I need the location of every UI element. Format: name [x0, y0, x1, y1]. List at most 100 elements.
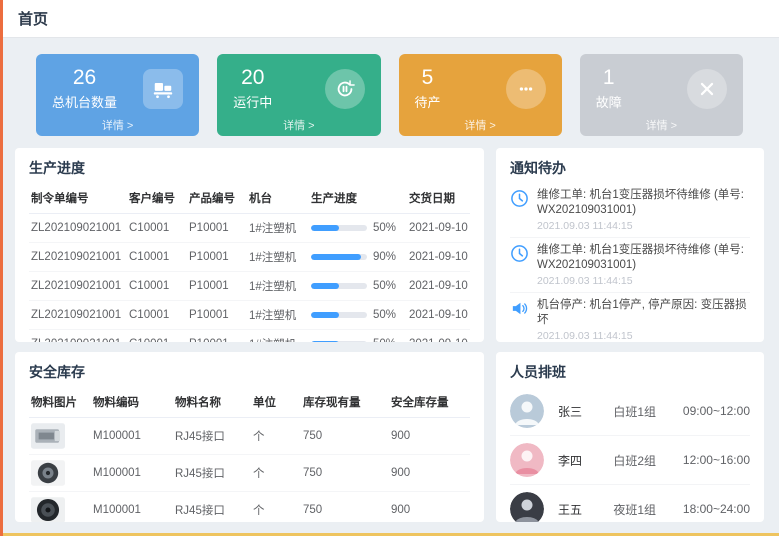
unit-cell: 个 [251, 492, 301, 523]
table-header-row: 物料图片 物料编码 物料名称 单位 库存现有量 安全库存量 [29, 387, 470, 418]
detail-link[interactable]: 详情 > [399, 117, 562, 133]
table-row: ZL202109021001 C10001 P10001 1#注塑机 50% 2… [29, 301, 470, 330]
stat-card-running[interactable]: 20 运行中 详情 > [217, 54, 380, 136]
page-title: 首页 [18, 8, 48, 29]
waiting-icon [506, 69, 546, 109]
column-header: 制令单编号 [29, 183, 127, 214]
unit-cell: 个 [251, 455, 301, 492]
material-name-cell: RJ45接口 [173, 492, 251, 523]
stat-cards: 26 总机台数量 详情 > 20 运行中 [36, 54, 743, 136]
stat-card-waiting[interactable]: 5 待产 详情 > [399, 54, 562, 136]
detail-link[interactable]: 详情 > [217, 117, 380, 133]
panel-title: 安全库存 [29, 362, 470, 382]
machine-cell: 1#注塑机 [247, 214, 309, 243]
fault-icon [687, 69, 727, 109]
schedule-row: 李四 白班2组 12:00~16:00 [510, 436, 750, 485]
product-no-cell: P10001 [187, 272, 247, 301]
machine-icon [143, 69, 183, 109]
main-content: 生产进度 制令单编号 客户编号 产品编号 机台 生产进度 交货日期 ZL2021… [15, 148, 764, 522]
person-shift: 夜班1组 [613, 501, 683, 518]
progress-bar: 90% [311, 251, 405, 263]
detail-link[interactable]: 详情 > [580, 117, 743, 133]
production-progress-panel: 生产进度 制令单编号 客户编号 产品编号 机台 生产进度 交货日期 ZL2021… [15, 148, 484, 342]
stock-qty-cell: 750 [301, 492, 389, 523]
progress-label: 50% [373, 222, 396, 234]
stat-value: 5 [415, 66, 441, 89]
material-image-metal-connector [31, 423, 65, 449]
column-header: 库存现有量 [301, 387, 389, 418]
stat-card-fault[interactable]: 1 故障 详情 > [580, 54, 743, 136]
notification-item[interactable]: 维修工单: 机台1变压器损坏待维修 (单号: WX202109031001) 2… [510, 183, 750, 238]
order-no-cell: ZL202109021001 [29, 272, 127, 301]
table-row: ZL202109021001 C10001 P10001 1#注塑机 50% 2… [29, 214, 470, 243]
machine-cell: 1#注塑机 [247, 330, 309, 343]
notification-time: 2021.09.03 11:44:15 [537, 220, 750, 232]
delivery-date-cell: 2021-09-10 [407, 243, 470, 272]
order-no-cell: ZL202109021001 [29, 214, 127, 243]
page-header: 首页 [0, 0, 779, 38]
notification-text: 机台停产: 机台1停产, 停产原因: 变压器损坏 [537, 298, 750, 328]
progress-label: 50% [373, 280, 396, 292]
safety-qty-cell: 900 [389, 455, 470, 492]
column-header: 安全库存量 [389, 387, 470, 418]
stat-value: 1 [596, 66, 622, 89]
table-row: ZL202109021001 C10001 P10001 1#注塑机 90% 2… [29, 243, 470, 272]
detail-link[interactable]: 详情 > [36, 117, 199, 133]
material-image-speaker [31, 497, 65, 522]
stat-value: 20 [233, 66, 272, 89]
window-edge-left [0, 0, 3, 536]
delivery-date-cell: 2021-09-10 [407, 214, 470, 243]
material-name-cell: RJ45接口 [173, 418, 251, 455]
notifications-panel: 通知待办 维修工单: 机台1变压器损坏待维修 (单号: WX2021090310… [496, 148, 764, 342]
table-row: ZL202109021001 C10001 P10001 1#注塑机 50% 2… [29, 272, 470, 301]
product-no-cell: P10001 [187, 214, 247, 243]
speaker-icon [510, 299, 529, 318]
person-time: 12:00~16:00 [683, 453, 750, 467]
clock-icon [510, 189, 529, 208]
unit-cell: 个 [251, 418, 301, 455]
stock-qty-cell: 750 [301, 418, 389, 455]
delivery-date-cell: 2021-09-10 [407, 301, 470, 330]
schedule-row: 王五 夜班1组 18:00~24:00 [510, 485, 750, 522]
person-name: 王五 [558, 501, 613, 518]
notification-item[interactable]: 机台停产: 机台1停产, 停产原因: 变压器损坏 2021.09.03 11:4… [510, 293, 750, 342]
customer-no-cell: C10001 [127, 272, 187, 301]
notification-item[interactable]: 维修工单: 机台1变压器损坏待维修 (单号: WX202109031001) 2… [510, 238, 750, 293]
column-header: 生产进度 [309, 183, 407, 214]
delivery-date-cell: 2021-09-10 [407, 272, 470, 301]
person-time: 09:00~12:00 [683, 404, 750, 418]
column-header: 产品编号 [187, 183, 247, 214]
column-header: 客户编号 [127, 183, 187, 214]
safety-qty-cell: 900 [389, 492, 470, 523]
person-name: 李四 [558, 452, 613, 469]
table-row: ZL202109021001 C10001 P10001 1#注塑机 50% 2… [29, 330, 470, 343]
production-table: 制令单编号 客户编号 产品编号 机台 生产进度 交货日期 ZL202109021… [29, 183, 470, 342]
column-header: 单位 [251, 387, 301, 418]
notification-text: 维修工单: 机台1变压器损坏待维修 (单号: WX202109031001) [537, 243, 750, 273]
inventory-table: 物料图片 物料编码 物料名称 单位 库存现有量 安全库存量 M100001 RJ… [29, 387, 470, 522]
staff-schedule-panel: 人员排班 张三 白班1组 09:00~12:00 李四 白班2组 12:00~1… [496, 352, 764, 522]
product-no-cell: P10001 [187, 330, 247, 343]
stat-label: 总机台数量 [52, 92, 117, 111]
stat-card-total-machines[interactable]: 26 总机台数量 详情 > [36, 54, 199, 136]
material-code-cell: M100001 [91, 418, 173, 455]
avatar [510, 443, 544, 477]
material-name-cell: RJ45接口 [173, 455, 251, 492]
table-row: M100001 RJ45接口 个 750 900 [29, 455, 470, 492]
panel-title: 生产进度 [29, 158, 470, 178]
customer-no-cell: C10001 [127, 214, 187, 243]
progress-bar: 50% [311, 338, 405, 342]
person-shift: 白班2组 [613, 452, 683, 469]
stat-label: 待产 [415, 92, 441, 111]
table-row: M100001 RJ45接口 个 750 900 [29, 492, 470, 523]
column-header: 物料名称 [173, 387, 251, 418]
column-header: 物料编码 [91, 387, 173, 418]
progress-bar: 50% [311, 222, 405, 234]
product-no-cell: P10001 [187, 243, 247, 272]
order-no-cell: ZL202109021001 [29, 243, 127, 272]
progress-bar: 50% [311, 280, 405, 292]
person-shift: 白班1组 [613, 403, 683, 420]
safety-qty-cell: 900 [389, 418, 470, 455]
machine-cell: 1#注塑机 [247, 301, 309, 330]
stat-label: 运行中 [233, 92, 272, 111]
